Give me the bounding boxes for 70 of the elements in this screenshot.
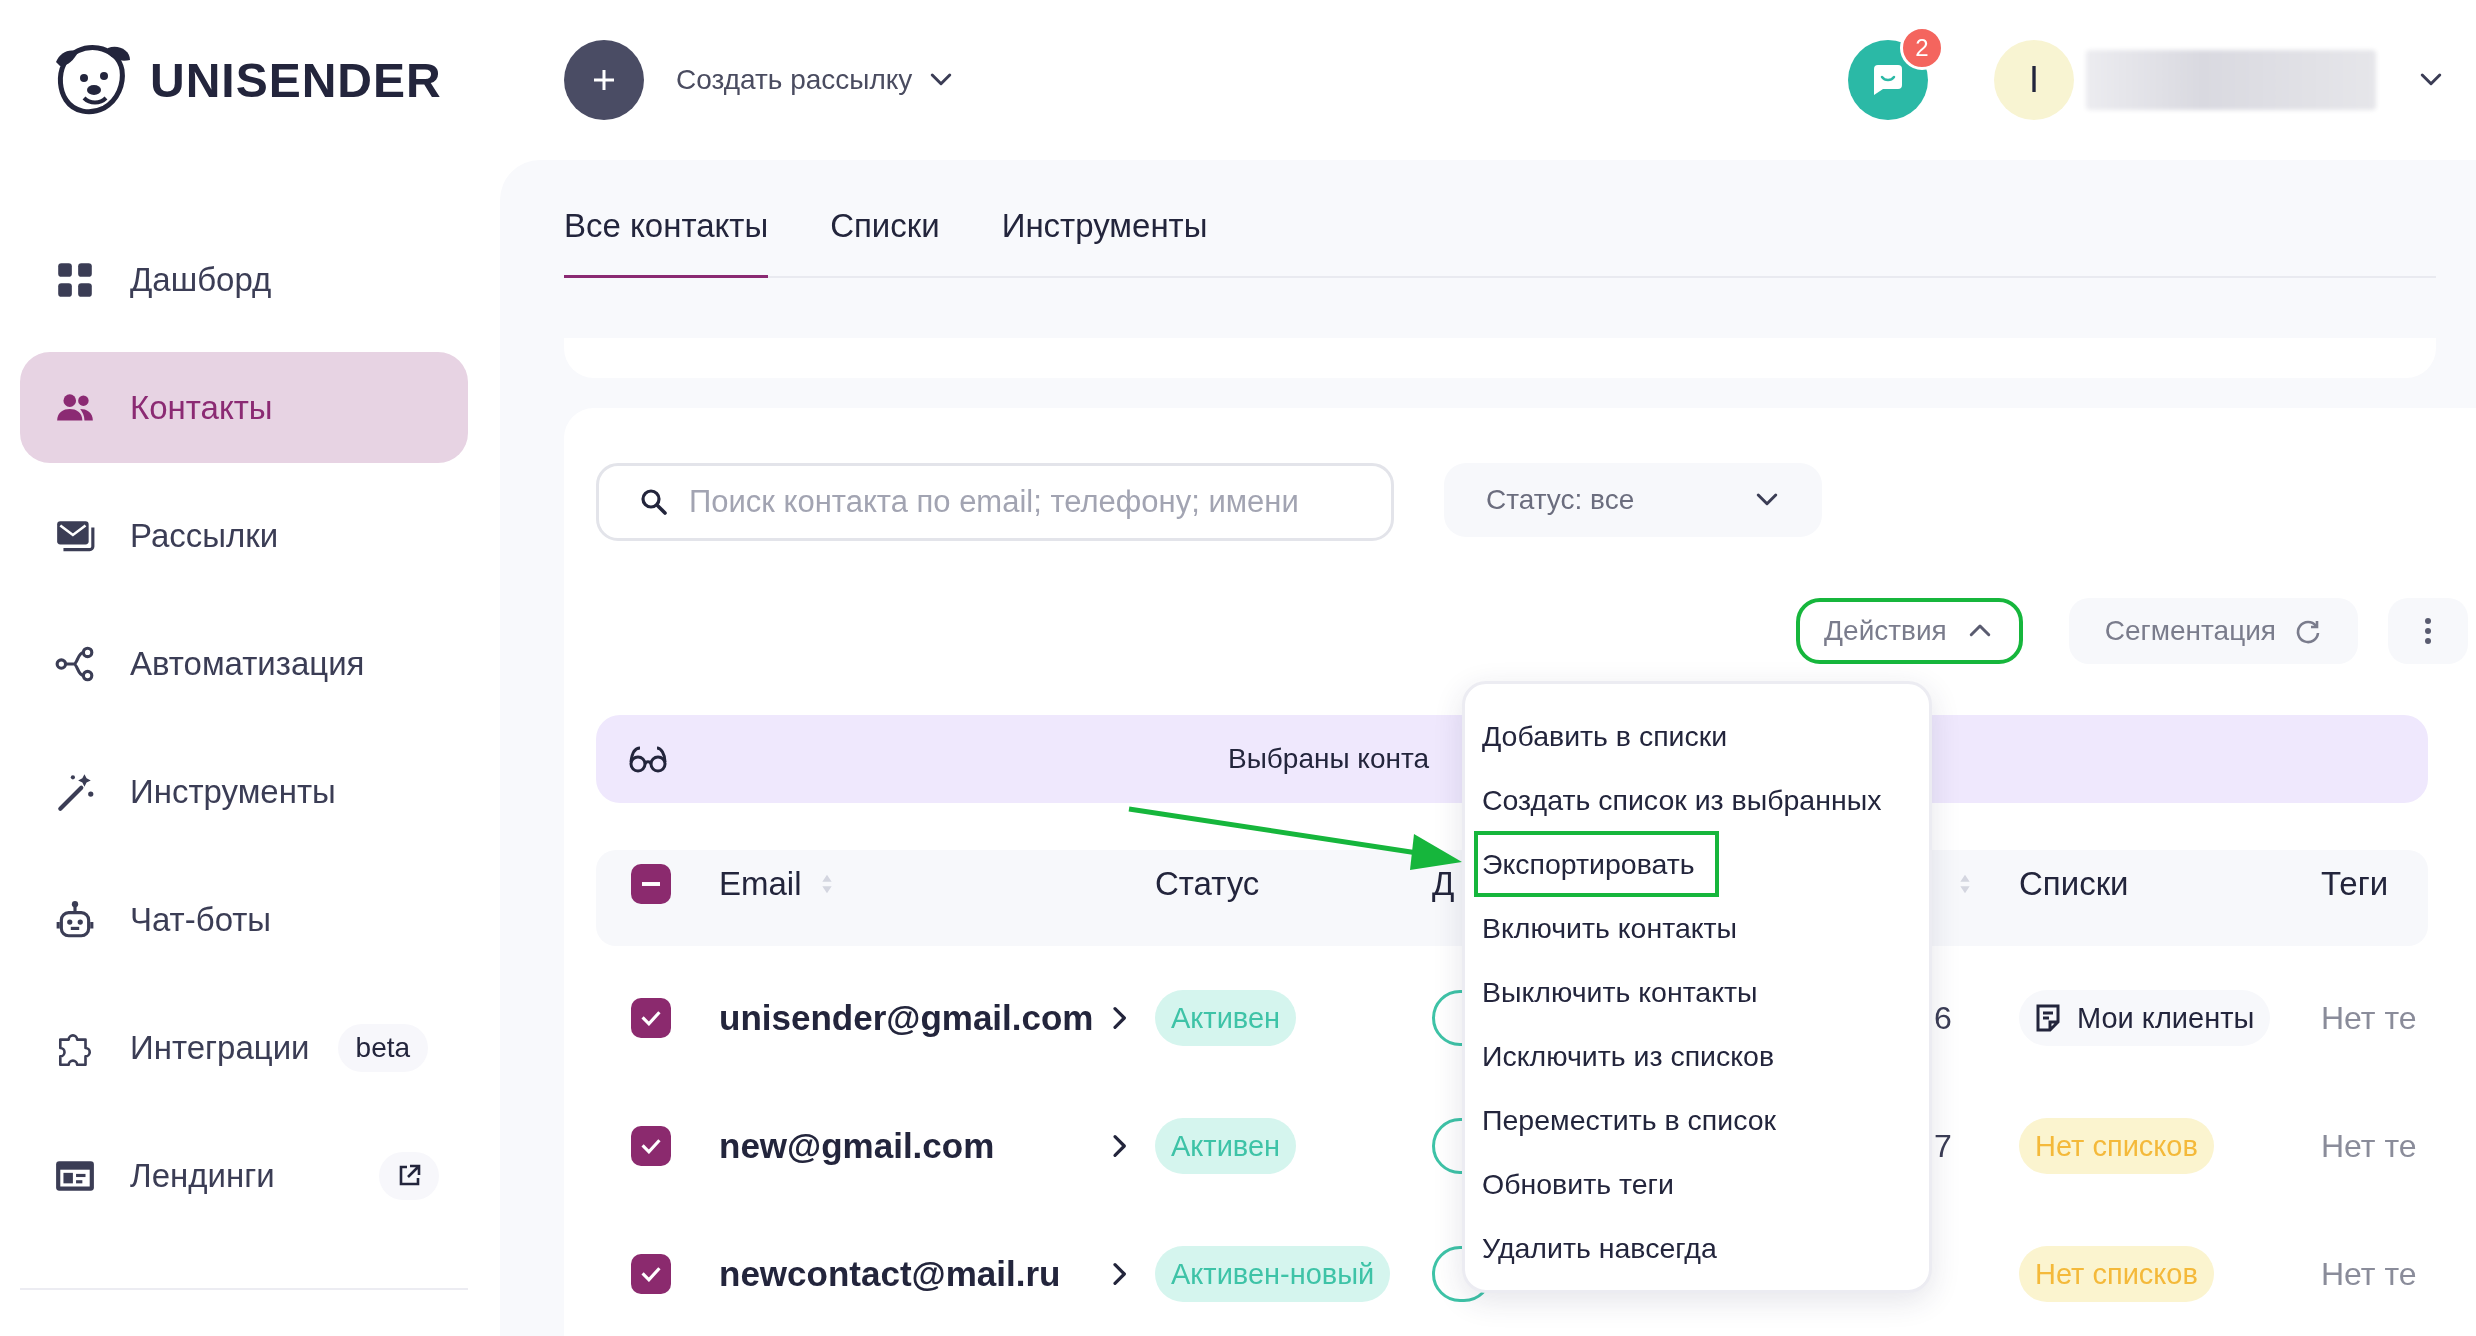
tags-cell-text: Нет те (2321, 1127, 2418, 1165)
sidebar-label: Рассылки (130, 516, 279, 555)
tags-cell-text: Нет те (2321, 1255, 2418, 1293)
column-header: Списки (2019, 865, 2129, 903)
sidebar-label: Интеграции (130, 1028, 310, 1067)
search-input[interactable]: Поиск контакта по email; телефону; имени (687, 483, 1371, 521)
selection-text: Выбраны конта (1228, 743, 1430, 775)
menu-item[interactable]: Исключить из списков (1478, 1024, 1775, 1088)
sidebar-item[interactable]: Интеграции beta (20, 992, 468, 1103)
sidebar-item[interactable]: Чат-боты (20, 864, 468, 975)
email-link[interactable]: new@gmail.com (719, 1126, 995, 1166)
sidebar-item[interactable]: Контакты (20, 352, 468, 463)
table-cell: 6 (1934, 999, 1952, 1036)
column-header: Д (1432, 865, 1455, 903)
tags-cell-text: Нет те (2321, 999, 2418, 1037)
menu-item[interactable]: Включить контакты (1478, 896, 1738, 960)
menu-item[interactable]: Удалить навсегда (1478, 1216, 1717, 1280)
sidebar-item[interactable]: Дашборд (20, 224, 468, 335)
sidebar-label: Лендинги (130, 1156, 275, 1195)
menu-item[interactable]: Создать список из выбранных (1478, 768, 1882, 832)
notification-badge: 2 (1900, 26, 1944, 70)
create-campaign-dropdown[interactable]: Создать рассылку (676, 64, 957, 96)
row-checkbox[interactable] (631, 1126, 671, 1166)
sidebar-label: Чат-боты (130, 900, 272, 939)
checkmark-icon (641, 1266, 661, 1282)
status-filter-dropdown[interactable]: Статус: все (1444, 463, 1822, 537)
no-lists-tag: Нет списков (2019, 1118, 2214, 1174)
sidebar-item[interactable]: Автоматизация (20, 608, 468, 719)
document-icon (2035, 1003, 2061, 1033)
sidebar-item[interactable]: Инструменты (20, 736, 468, 847)
select-all-checkbox[interactable] (631, 864, 671, 904)
glasses-icon (628, 744, 668, 774)
sidebar-item[interactable]: Лендинги (20, 1120, 468, 1231)
minus-icon (642, 882, 660, 886)
search-field[interactable]: Поиск контакта по email; телефону; имени (596, 463, 1394, 541)
tab[interactable]: Все контакты (564, 206, 769, 278)
sidebar-label: Автоматизация (130, 644, 365, 683)
menu-item[interactable]: Добавить в списки (1478, 704, 1728, 768)
tab[interactable]: Инструменты (1001, 206, 1208, 278)
external-link-icon[interactable] (378, 1151, 439, 1200)
row-checkbox[interactable] (631, 998, 671, 1038)
row-checkbox[interactable] (631, 1254, 671, 1294)
email-link[interactable]: newcontact@mail.ru (719, 1254, 1061, 1294)
email-link[interactable]: unisender@gmail.com (719, 998, 1094, 1038)
menu-item[interactable]: Переместить в список (1478, 1088, 1777, 1152)
segmentation-button[interactable]: Сегментация (2068, 598, 2358, 664)
column-header: Email (719, 865, 802, 903)
logo-text: UNISENDER (150, 52, 442, 108)
checkmark-icon (641, 1138, 661, 1154)
status-tag: Активен (1155, 1118, 1297, 1174)
sidebar-label: Инструменты (130, 772, 336, 811)
plus-icon (591, 67, 617, 93)
sidebar-label: Дашборд (130, 260, 272, 299)
menu-item[interactable]: Обновить теги (1478, 1152, 1674, 1216)
column-header: Статус (1155, 865, 1260, 903)
table-cell: 7 (1934, 1127, 1952, 1164)
checkmark-icon (641, 1010, 661, 1026)
status-tag: Активен (1155, 990, 1297, 1046)
beta-badge: beta (337, 1023, 429, 1072)
avatar[interactable]: I (1994, 40, 2074, 120)
sidebar-label: Контакты (130, 388, 273, 427)
list-tag[interactable]: Мои клиенты (2019, 990, 2271, 1046)
more-icon (2424, 617, 2432, 645)
search-icon (639, 487, 669, 517)
sidebar-item[interactable]: Рассылки (20, 480, 468, 591)
no-lists-tag: Нет списков (2019, 1246, 2214, 1302)
column-header: Теги (2321, 865, 2389, 903)
tab[interactable]: Списки (830, 206, 940, 278)
menu-item[interactable]: Выключить контакты (1478, 960, 1758, 1024)
status-tag: Активен-новый (1155, 1246, 1391, 1302)
